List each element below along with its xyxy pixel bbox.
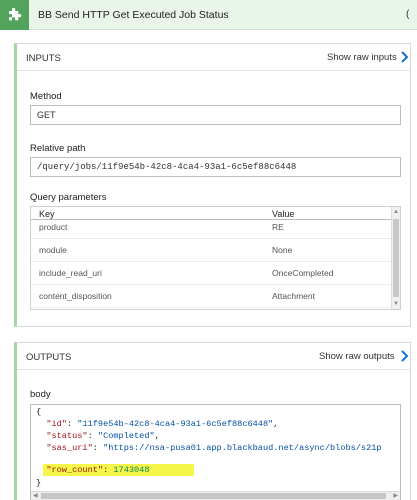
scroll-left-arrow-icon[interactable]: ◀ bbox=[33, 492, 38, 500]
scroll-up-arrow-icon[interactable]: ▲ bbox=[393, 208, 399, 216]
show-raw-inputs-link[interactable]: Show raw inputs bbox=[327, 52, 397, 63]
chevron-right-icon[interactable] bbox=[400, 349, 410, 363]
chevron-right-icon[interactable] bbox=[400, 50, 410, 64]
inputs-panel-header: INPUTS Show raw inputs bbox=[17, 44, 410, 71]
body-label: body bbox=[30, 389, 51, 400]
outputs-panel: OUTPUTS Show raw outputs body { "id": "1… bbox=[14, 342, 411, 500]
table-row: content_disposition Attachment bbox=[31, 285, 393, 308]
param-value: RE bbox=[272, 222, 284, 232]
action-title: BB Send HTTP Get Executed Job Status bbox=[38, 9, 229, 21]
scroll-down-arrow-icon[interactable]: ▼ bbox=[393, 300, 399, 308]
table-row: module None bbox=[31, 239, 393, 262]
query-parameters-label: Query parameters bbox=[30, 192, 107, 203]
relative-path-label: Relative path bbox=[30, 143, 86, 154]
method-field[interactable]: GET bbox=[30, 105, 401, 125]
code-line: "status": "Completed", bbox=[46, 431, 160, 441]
inputs-panel: INPUTS Show raw inputs Method GET Relati… bbox=[14, 43, 411, 327]
param-value: Attachment bbox=[272, 291, 315, 301]
show-raw-outputs-link[interactable]: Show raw outputs bbox=[319, 351, 395, 362]
scrollbar-thumb[interactable] bbox=[41, 493, 386, 499]
puzzle-icon bbox=[0, 0, 29, 30]
inputs-title: INPUTS bbox=[26, 53, 61, 64]
param-key: module bbox=[39, 245, 67, 255]
param-key: content_disposition bbox=[39, 291, 112, 301]
outputs-panel-header: OUTPUTS Show raw outputs bbox=[17, 343, 410, 370]
param-value: OnceCompleted bbox=[272, 268, 334, 278]
table-vertical-scrollbar[interactable]: ▲ ▼ bbox=[391, 207, 400, 309]
action-header[interactable]: BB Send HTTP Get Executed Job Status ( bbox=[0, 0, 417, 30]
method-label: Method bbox=[30, 91, 62, 102]
param-value: None bbox=[272, 245, 293, 255]
code-line: } bbox=[36, 478, 42, 488]
outputs-title: OUTPUTS bbox=[26, 352, 72, 363]
query-parameters-table[interactable]: Key Value product RE module None include… bbox=[30, 206, 401, 310]
code-horizontal-scrollbar[interactable]: ◀ ▶ bbox=[31, 491, 400, 500]
code-line: "row_count": 1743048 bbox=[46, 465, 150, 475]
table-row: include_read_uri OnceCompleted bbox=[31, 262, 393, 285]
scrollbar-thumb[interactable] bbox=[393, 219, 399, 297]
relative-path-field[interactable]: /query/jobs/11f9e54b-42c8-4ca4-93a1-6c5e… bbox=[30, 157, 401, 177]
code-line: { bbox=[36, 407, 42, 417]
code-line: "sas_uri": "https://nsa-pusa01.app.black… bbox=[46, 443, 382, 453]
scroll-right-arrow-icon[interactable]: ▶ bbox=[393, 492, 398, 500]
param-key: include_read_uri bbox=[39, 268, 102, 278]
param-key: product bbox=[39, 222, 68, 232]
code-line: "id": "11f9e54b-42c8-4ca4-93a1-6c5ef88c6… bbox=[46, 419, 279, 429]
table-row: product RE bbox=[31, 216, 393, 239]
body-json-viewer[interactable]: { "id": "11f9e54b-42c8-4ca4-93a1-6c5ef88… bbox=[30, 404, 401, 500]
header-overflow-glyph: ( bbox=[406, 9, 410, 20]
